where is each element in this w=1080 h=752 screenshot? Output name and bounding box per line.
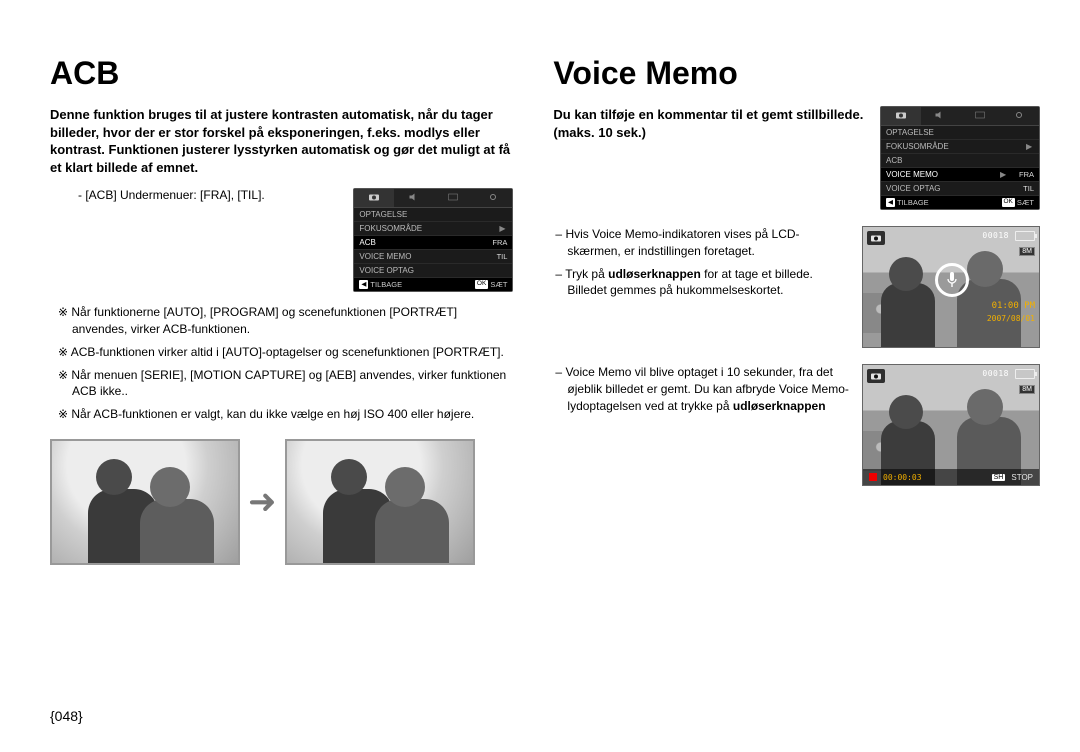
acb-note-2: ACB-funktionen virker altid i [AUTO]-opt… — [50, 344, 513, 361]
acb-intro: Denne funktion bruges til at justere kon… — [50, 106, 513, 176]
speaker-icon — [921, 107, 961, 125]
acb-section: ACB Denne funktion bruges til at justere… — [50, 55, 513, 565]
sample-after — [285, 439, 475, 565]
preview-shot-1: 00018 8M 01:00 PM 2007/08/01 — [862, 226, 1040, 348]
voice-memo-title: Voice Memo — [553, 55, 1040, 92]
osd-date: 2007/08/01 — [987, 314, 1035, 323]
acb-lcd-menu: OPTAGELSE FOKUSOMRÅDE▶ ACBFRA VOICE MEMO… — [353, 188, 513, 292]
acb-sample-images: ➜ — [50, 439, 513, 565]
battery-icon — [1015, 231, 1035, 241]
display-icon — [960, 107, 1000, 125]
display-icon — [433, 189, 473, 207]
page-number: {048} — [50, 708, 83, 724]
osd-time: 01:00 PM — [992, 301, 1035, 311]
acb-title: ACB — [50, 55, 513, 92]
voice-memo-text-1: – Hvis Voice Memo-indikatoren vises på L… — [553, 226, 850, 305]
camera-mode-icon — [867, 369, 885, 383]
mic-icon — [935, 263, 969, 297]
voice-memo-section: Voice Memo Du kan tilføje en kommentar t… — [553, 55, 1040, 565]
osd-size: 8M — [1019, 385, 1035, 394]
record-icon — [869, 473, 877, 481]
camera-icon — [354, 189, 394, 207]
gear-icon — [473, 189, 513, 207]
camera-mode-icon — [867, 231, 885, 245]
acb-submenu-line: - [ACB] Undermenuer: [FRA], [TIL]. — [50, 188, 339, 202]
preview-shot-2: 00018 8M 00:00:03 SH STOP — [862, 364, 1040, 486]
acb-note-4: Når ACB-funktionen er valgt, kan du ikke… — [50, 406, 513, 423]
acb-note-1: Når funktionerne [AUTO], [PROGRAM] og sc… — [50, 304, 513, 338]
gear-icon — [1000, 107, 1040, 125]
voice-memo-lcd-menu: OPTAGELSE FOKUSOMRÅDE▶ ACB VOICE MEMO▶FR… — [880, 106, 1040, 210]
battery-icon — [1015, 369, 1035, 379]
camera-icon — [881, 107, 921, 125]
arrow-right-icon: ➜ — [248, 482, 277, 522]
sample-before — [50, 439, 240, 565]
osd-frame-count: 00018 — [982, 231, 1009, 240]
osd-stop-label: STOP — [1011, 473, 1033, 482]
acb-note-3: Når menuen [SERIE], [MOTION CAPTURE] og … — [50, 367, 513, 401]
voice-memo-text-2: – Voice Memo vil blive optaget i 10 seku… — [553, 364, 850, 420]
osd-rec-timer: 00:00:03 — [883, 473, 922, 482]
speaker-icon — [394, 189, 434, 207]
osd-size: 8M — [1019, 247, 1035, 256]
osd-stop-key: SH — [992, 474, 1006, 481]
osd-frame-count: 00018 — [982, 369, 1009, 378]
voice-memo-intro: Du kan tilføje en kommentar til et gemt … — [553, 106, 864, 141]
